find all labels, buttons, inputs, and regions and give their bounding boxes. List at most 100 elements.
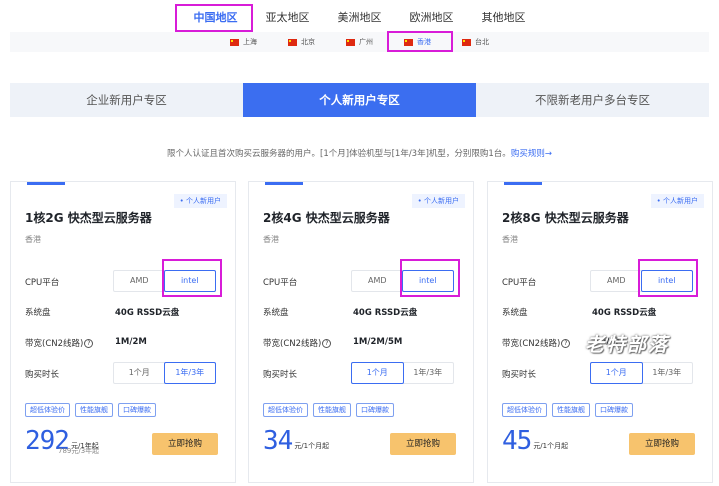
disk-value: 40G RSSD云盘: [115, 308, 180, 318]
region-tab-china[interactable]: 中国地区: [180, 4, 252, 32]
city-bar: 上海 北京 广州 香港 台北: [10, 32, 709, 52]
disk-value: 40G RSSD云盘: [592, 308, 657, 318]
city-label: 上海: [243, 38, 257, 46]
china-flag-icon: [346, 38, 355, 46]
bandwidth-label-text: 带宽(CN2线路): [25, 339, 84, 349]
bandwidth-value: 1M/2M/5M: [353, 337, 403, 347]
feature-tags: 超低体验价 性能旗舰 口碑爆款: [502, 403, 633, 417]
duration-option-1-month[interactable]: 1个月: [114, 363, 165, 383]
bandwidth-label-text: 带宽(CN2线路): [263, 339, 322, 349]
price-number: 34: [263, 426, 293, 456]
region-tab-europe[interactable]: 欧洲地区: [396, 4, 468, 32]
product-title: 2核8G 快杰型云服务器: [502, 211, 629, 225]
duration-option-1-3-year[interactable]: 1年/3年: [163, 362, 216, 384]
duration-label: 购买时长: [263, 370, 298, 380]
city-label: 北京: [301, 38, 315, 46]
watermark: 老特部落: [585, 334, 670, 356]
cpu-option-amd[interactable]: AMD: [591, 271, 642, 291]
product-location: 香港: [25, 235, 41, 244]
product-title: 2核4G 快杰型云服务器: [263, 211, 390, 225]
city-shanghai[interactable]: 上海: [215, 37, 273, 47]
price: 34 元/1个月起: [263, 428, 329, 454]
cpu-label: CPU平台: [502, 278, 537, 288]
city-beijing[interactable]: 北京: [273, 37, 331, 47]
duration-option-1-month[interactable]: 1个月: [351, 362, 404, 384]
help-icon[interactable]: ?: [84, 339, 94, 348]
city-label: 广州: [359, 38, 373, 46]
help-icon[interactable]: ?: [322, 339, 332, 348]
city-guangzhou[interactable]: 广州: [331, 37, 389, 47]
buy-now-button[interactable]: 立即抢购: [390, 433, 456, 455]
region-tab-other[interactable]: 其他地区: [468, 4, 540, 32]
cpu-option-intel[interactable]: intel: [401, 270, 454, 292]
product-card: 个人新用户 2核4G 快杰型云服务器 香港 CPU平台 AMD intel 系统…: [248, 181, 474, 483]
city-hongkong[interactable]: 香港: [389, 37, 447, 47]
product-location: 香港: [502, 235, 518, 244]
china-flag-icon: [230, 38, 239, 46]
cpu-option-amd[interactable]: AMD: [352, 271, 403, 291]
help-icon[interactable]: ?: [561, 339, 571, 348]
user-badge: 个人新用户: [411, 194, 465, 208]
region-tab-americas[interactable]: 美洲地区: [324, 4, 396, 32]
city-label: 台北: [475, 38, 489, 46]
bandwidth-label: 带宽(CN2线路)?: [263, 337, 332, 349]
china-flag-icon: [404, 38, 413, 46]
bandwidth-label: 带宽(CN2线路)?: [25, 337, 94, 349]
feature-tag: 性能旗舰: [552, 403, 590, 417]
card-accent-bar: [504, 182, 542, 185]
city-label: 香港: [417, 38, 431, 46]
feature-tags: 超低体验价 性能旗舰 口碑爆款: [25, 403, 156, 417]
feature-tags: 超低体验价 性能旗舰 口碑爆款: [263, 403, 394, 417]
city-taipei[interactable]: 台北: [447, 37, 505, 47]
feature-tag: 口碑爆款: [356, 403, 394, 417]
duration-selector: 1个月 1年/3年: [590, 362, 693, 384]
product-card: 个人新用户 1核2G 快杰型云服务器 香港 CPU平台 AMD intel 系统…: [10, 181, 236, 483]
purchase-rules-link[interactable]: 购买规则→: [511, 149, 552, 159]
duration-label: 购买时长: [502, 370, 537, 380]
cpu-selector: AMD intel: [351, 270, 454, 292]
cpu-selector: AMD intel: [113, 270, 216, 292]
cpu-label: CPU平台: [25, 278, 60, 288]
tab-enterprise-new-user[interactable]: 企业新用户专区: [10, 83, 243, 117]
feature-tag: 口碑爆款: [118, 403, 156, 417]
price: 45 元/1个月起: [502, 428, 568, 454]
price-unit: 元/1个月起: [533, 442, 569, 450]
feature-tag: 超低体验价: [25, 403, 70, 417]
buy-now-button[interactable]: 立即抢购: [152, 433, 218, 455]
buy-now-button[interactable]: 立即抢购: [629, 433, 695, 455]
purchase-notice: 限个人认证且首次购买云服务器的用户。[1个月]体验机型与[1年/3年]机型，分别…: [0, 147, 719, 159]
china-flag-icon: [288, 38, 297, 46]
duration-label: 购买时长: [25, 370, 60, 380]
duration-selector: 1个月 1年/3年: [351, 362, 454, 384]
feature-tag: 口碑爆款: [595, 403, 633, 417]
disk-label: 系统盘: [263, 308, 289, 318]
duration-option-1-3-year[interactable]: 1年/3年: [642, 363, 693, 383]
duration-option-1-month[interactable]: 1个月: [590, 362, 643, 384]
feature-tag: 性能旗舰: [75, 403, 113, 417]
tab-personal-new-user[interactable]: 个人新用户专区: [243, 83, 476, 117]
region-tab-asia-pacific[interactable]: 亚太地区: [252, 4, 324, 32]
price-unit: 元/1个月起: [294, 442, 330, 450]
notice-text: 限个人认证且首次购买云服务器的用户。[1个月]体验机型与[1年/3年]机型，分别…: [167, 149, 511, 159]
cpu-option-intel[interactable]: intel: [640, 270, 693, 292]
tab-unlimited-users[interactable]: 不限新老用户多台专区: [476, 83, 709, 117]
bandwidth-label: 带宽(CN2线路)?: [502, 337, 571, 349]
duration-option-1-3-year[interactable]: 1年/3年: [403, 363, 454, 383]
disk-label: 系统盘: [502, 308, 528, 318]
china-flag-icon: [462, 38, 471, 46]
user-badge: 个人新用户: [650, 194, 704, 208]
cpu-option-intel[interactable]: intel: [163, 270, 216, 292]
product-location: 香港: [263, 235, 279, 244]
cpu-option-amd[interactable]: AMD: [114, 271, 165, 291]
page: 中国地区 亚太地区 美洲地区 欧洲地区 其他地区 上海 北京 广州 香港 台北 …: [0, 0, 719, 486]
price-sub: 789元/3年起: [58, 447, 100, 455]
card-accent-bar: [265, 182, 303, 185]
disk-value: 40G RSSD云盘: [353, 308, 418, 318]
bandwidth-label-text: 带宽(CN2线路): [502, 339, 561, 349]
card-accent-bar: [27, 182, 65, 185]
disk-label: 系统盘: [25, 308, 51, 318]
cpu-label: CPU平台: [263, 278, 298, 288]
product-title: 1核2G 快杰型云服务器: [25, 211, 152, 225]
audience-tabs: 企业新用户专区 个人新用户专区 不限新老用户多台专区: [10, 83, 709, 117]
feature-tag: 超低体验价: [263, 403, 308, 417]
